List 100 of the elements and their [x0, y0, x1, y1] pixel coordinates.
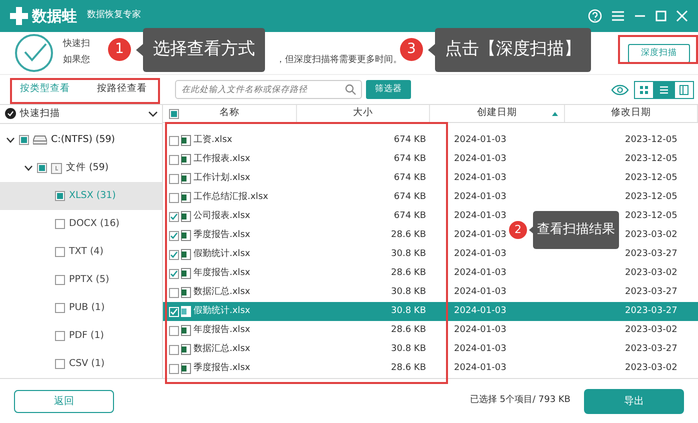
- checkbox[interactable]: [169, 268, 179, 278]
- checkbox[interactable]: [37, 163, 47, 173]
- app-subtitle: 数据恢复专家: [87, 9, 141, 22]
- modified-date: 2023-03-02: [625, 268, 678, 278]
- column-header[interactable]: 名称: [220, 106, 240, 121]
- tree-item[interactable]: CSV (1): [0, 350, 162, 378]
- callout-label: 查看扫描结果: [533, 211, 619, 248]
- tree-item[interactable]: PDF (1): [0, 322, 162, 350]
- view-mode-button[interactable]: [654, 80, 674, 98]
- checkbox[interactable]: [169, 364, 179, 374]
- file-name: 季度报告.xlsx: [194, 228, 250, 242]
- step-number-badge: 1: [108, 38, 131, 62]
- spreadsheet-icon: [181, 211, 192, 222]
- check-circle-icon: [14, 33, 54, 73]
- menu-icon[interactable]: [611, 10, 625, 22]
- file-name: 工资.xlsx: [194, 134, 232, 147]
- help-icon[interactable]: [588, 9, 602, 23]
- view-mode-button[interactable]: [634, 80, 654, 98]
- view-tab[interactable]: 按类型查看: [20, 80, 70, 99]
- columns-view-icon: [678, 84, 688, 94]
- checkbox[interactable]: [169, 250, 179, 260]
- created-date: 2024-01-03: [454, 230, 506, 240]
- tree-item[interactable]: PPTX (5): [0, 266, 162, 294]
- column-header[interactable]: 创建日期: [477, 106, 517, 121]
- file-size: 28.6 KB: [391, 362, 426, 373]
- view-mode-button[interactable]: [674, 80, 694, 98]
- file-size: 30.8 KB: [391, 306, 426, 316]
- checkbox[interactable]: [169, 192, 179, 202]
- step-number-badge: 3: [400, 38, 423, 62]
- created-date: 2024-01-03: [454, 344, 506, 354]
- tree-item[interactable]: TXT (4): [0, 238, 162, 266]
- file-size: 674 KB: [394, 154, 426, 164]
- checkbox[interactable]: [169, 326, 179, 336]
- file-name: 公司报表.xlsx: [194, 210, 250, 223]
- modified-date: 2023-03-27: [625, 344, 678, 354]
- tree-item[interactable]: PUB (1): [0, 294, 162, 322]
- checkbox[interactable]: [169, 230, 179, 240]
- tree-item[interactable]: DOCX (16): [0, 210, 162, 238]
- created-date: 2024-01-03: [454, 324, 506, 335]
- column-header[interactable]: 修改日期: [611, 106, 651, 121]
- search-field[interactable]: 在此处输入文件名称或保存路径: [174, 80, 362, 99]
- callout-pointer-icon: [428, 44, 435, 56]
- chevron-down-icon[interactable]: [148, 110, 158, 117]
- file-name: 年度报告.xlsx: [194, 266, 250, 280]
- checkbox[interactable]: [19, 135, 29, 145]
- cross-logo-icon: [10, 7, 28, 25]
- checkbox[interactable]: [55, 303, 65, 313]
- created-date: 2024-01-03: [454, 154, 506, 164]
- spreadsheet-icon: [181, 173, 192, 184]
- scan-type-dropdown[interactable]: 快速扫描: [20, 106, 60, 121]
- spreadsheet-icon: [181, 325, 192, 336]
- spreadsheet-icon: [181, 230, 192, 241]
- modified-date: 2023-03-02: [625, 230, 678, 240]
- checkbox[interactable]: [55, 247, 65, 257]
- tree-item[interactable]: C:(NTFS) (59): [0, 126, 162, 154]
- created-date: 2024-01-03: [454, 210, 506, 221]
- modified-date: 2023-12-05: [625, 154, 678, 164]
- eye-icon[interactable]: [611, 84, 629, 96]
- checkbox[interactable]: [55, 275, 65, 285]
- view-tab[interactable]: 按路径查看: [97, 80, 147, 99]
- tree-item[interactable]: 文件 (59): [0, 154, 162, 182]
- checkbox[interactable]: [169, 288, 179, 298]
- spreadsheet-icon: [181, 192, 192, 203]
- file-name: 假勤统计.xlsx: [194, 304, 250, 318]
- tree-label: PDF (1): [69, 328, 104, 343]
- file-name: 工作报表.xlsx: [194, 152, 250, 166]
- created-date: 2024-01-03: [454, 268, 506, 278]
- modified-date: 2023-03-27: [625, 286, 678, 297]
- tree-label: 文件 (59): [66, 160, 109, 175]
- close-icon[interactable]: [676, 10, 688, 22]
- deep-scan-button[interactable]: 深度扫描: [628, 44, 690, 62]
- column-header[interactable]: 大小: [353, 106, 373, 121]
- select-all-checkbox[interactable]: [169, 108, 179, 118]
- spreadsheet-icon: [181, 306, 192, 317]
- list-view-icon: [658, 84, 668, 94]
- grid-view-icon: [638, 84, 648, 94]
- checkbox[interactable]: [55, 359, 65, 369]
- spreadsheet-icon: [181, 344, 192, 355]
- chevron-down-icon[interactable]: [24, 165, 33, 171]
- chevron-down-icon[interactable]: [6, 137, 15, 143]
- checkbox[interactable]: [169, 344, 179, 354]
- created-date: 2024-01-03: [454, 286, 506, 297]
- checkbox[interactable]: [169, 136, 179, 146]
- file-size: 674 KB: [394, 192, 426, 202]
- checkbox[interactable]: [169, 212, 179, 222]
- sort-up-icon[interactable]: [552, 112, 558, 116]
- maximize-icon[interactable]: [655, 10, 667, 22]
- checkbox[interactable]: [169, 154, 179, 164]
- checkbox[interactable]: [55, 331, 65, 341]
- file-name: 年度报告.xlsx: [194, 324, 250, 337]
- checkbox[interactable]: [55, 219, 65, 229]
- tree-label: PUB (1): [69, 300, 105, 315]
- checkbox[interactable]: [169, 174, 179, 184]
- spreadsheet-icon: [181, 363, 192, 374]
- created-date: 2024-01-03: [454, 172, 506, 183]
- modified-date: 2023-12-05: [625, 172, 678, 183]
- created-date: 2024-01-03: [454, 134, 506, 145]
- modified-date: 2023-12-05: [625, 210, 678, 221]
- checkbox[interactable]: [55, 191, 65, 201]
- spreadsheet-icon: [181, 287, 192, 298]
